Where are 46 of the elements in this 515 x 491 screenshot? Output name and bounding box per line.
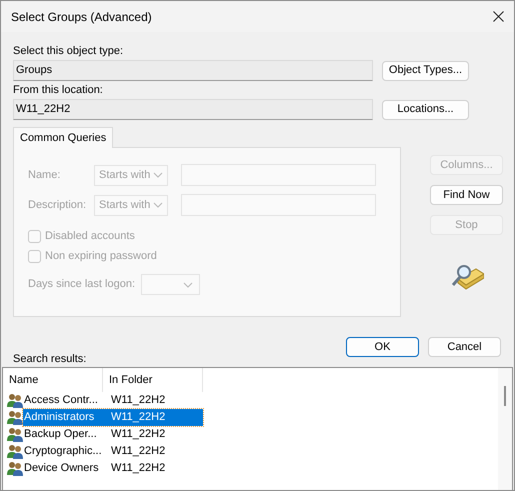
result-row[interactable]: Cryptographic... W11_22H2 (23, 443, 203, 460)
window-title: Select Groups (Advanced) (11, 8, 152, 26)
checkbox-label: Non expiring password (45, 248, 157, 264)
folder-name: W11_22H2 (110, 444, 166, 460)
search-directory-icon (450, 263, 484, 291)
group-name: Administrators (23, 410, 96, 426)
users-icon (7, 427, 23, 442)
folder-name: W11_22H2 (110, 410, 166, 426)
field-label: Select this object type: (13, 44, 124, 59)
group-name: Backup Oper... (23, 427, 98, 442)
result-row[interactable]: Administrators W11_22H2 (23, 409, 203, 426)
scrollbar[interactable] (498, 368, 512, 490)
users-icon (7, 410, 23, 425)
chevron-down-icon (153, 202, 163, 208)
column-header[interactable]: Name (3, 368, 103, 392)
tab[interactable]: Common Queries (13, 127, 114, 148)
dialog-button[interactable]: OK (346, 337, 419, 357)
query-label: Name: (28, 168, 62, 183)
folder-name: W11_22H2 (110, 427, 166, 442)
group-name: Cryptographic... (23, 444, 103, 460)
checkbox-label: Disabled accounts (45, 228, 135, 244)
chevron-down-icon (183, 282, 193, 288)
browse-button[interactable]: Object Types... (382, 60, 469, 80)
result-row[interactable]: Device Owners W11_22H2 (23, 460, 203, 477)
users-icon (7, 444, 23, 459)
dialog-button[interactable]: Cancel (428, 337, 501, 357)
query-label: Description: (28, 198, 88, 213)
group-name: Device Owners (23, 461, 100, 476)
field-label: From this location: (13, 83, 104, 98)
result-row[interactable]: Access Contr... W11_22H2 (23, 392, 203, 409)
result-row[interactable]: Backup Oper... W11_22H2 (23, 426, 203, 443)
folder-name: W11_22H2 (110, 461, 166, 476)
folder-name: W11_22H2 (110, 393, 166, 408)
users-icon (7, 393, 23, 408)
group-name: Access Contr... (23, 393, 99, 408)
readonly-field[interactable]: W11_22H2 (13, 99, 373, 120)
browse-button[interactable]: Locations... (382, 100, 469, 120)
close-icon[interactable] (493, 11, 504, 22)
days-dropdown[interactable] (141, 274, 200, 295)
action-button[interactable]: Find Now (430, 185, 503, 205)
results-label: Search results: (12, 353, 88, 365)
chevron-down-icon (153, 172, 163, 178)
days-label: Days since last logon: (28, 277, 135, 292)
readonly-field[interactable]: Groups (13, 60, 373, 81)
users-icon (7, 461, 23, 476)
column-header[interactable]: In Folder (103, 368, 203, 392)
